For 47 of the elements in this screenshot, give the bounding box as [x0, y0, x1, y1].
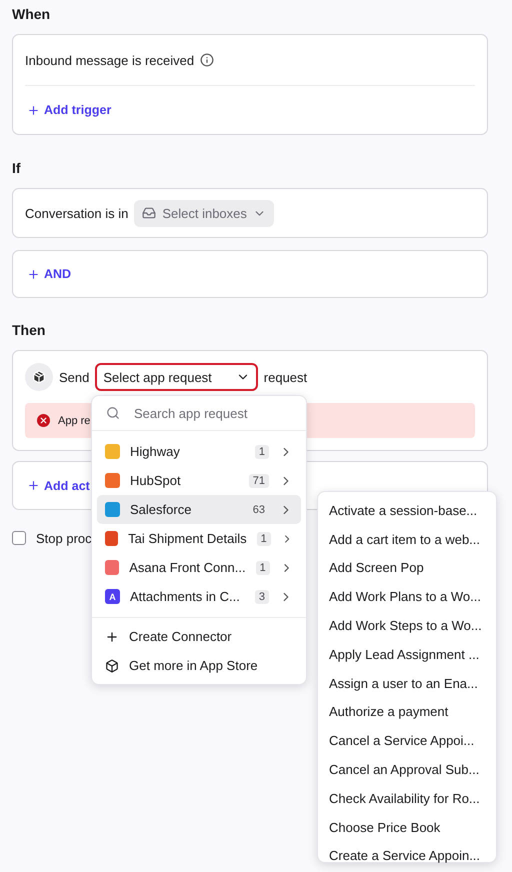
error-icon [37, 414, 50, 427]
footer-item[interactable]: Create Connector [97, 622, 301, 651]
request-item[interactable]: Cancel an Approval Sub... [318, 755, 496, 784]
request-item[interactable]: Create a Service Appoin... [318, 842, 496, 870]
request-label: request [264, 370, 308, 384]
section-heading: When [12, 5, 52, 24]
request-item[interactable]: Add Screen Pop [318, 554, 496, 582]
request-item[interactable]: Check Availability for Ro... [318, 784, 496, 813]
app-item[interactable]: A Attachments in C... 3 [97, 582, 301, 611]
request-item[interactable]: Activate a session-base... [318, 496, 496, 525]
inbox-select[interactable]: Select inboxes [134, 200, 274, 226]
footer-item[interactable]: Get more in App Store [97, 651, 301, 680]
request-item[interactable]: Apply Lead Assignment ... [318, 640, 496, 669]
search-icon [106, 406, 120, 420]
request-item[interactable]: Add a cart item to a web... [318, 524, 496, 554]
stop-checkbox[interactable] [12, 531, 26, 545]
section-heading: If [12, 159, 22, 178]
plus-icon [27, 479, 40, 492]
app-item[interactable]: Highway 1 [97, 437, 301, 466]
request-item[interactable]: Cancel a Service Appoi... [318, 726, 496, 756]
stop-label: Stop proc [36, 530, 92, 546]
plus-icon [105, 630, 119, 644]
request-item[interactable]: Add Work Plans to a Wo... [318, 582, 496, 612]
app-item[interactable]: Asana Front Conn... 1 [97, 553, 301, 582]
add-action-link[interactable]: Add act [25, 478, 92, 492]
request-item[interactable]: Choose Price Book [318, 812, 496, 842]
error-text: App re [58, 414, 90, 426]
cube-icon [105, 658, 119, 672]
inbox-icon [142, 206, 156, 220]
package-icon [25, 363, 53, 391]
request-item[interactable]: Assign a user to an Ena... [318, 668, 496, 698]
and-button[interactable]: AND [25, 267, 74, 281]
info-icon[interactable] [200, 53, 214, 67]
request-item[interactable]: Authorize a payment [318, 698, 496, 726]
app-item[interactable]: HubSpot 71 [97, 466, 301, 495]
send-label: Send [59, 370, 90, 384]
app-item[interactable]: Salesforce 63 [97, 495, 301, 524]
request-item[interactable]: Add Work Steps to a Wo... [318, 611, 496, 640]
condition-label: Conversation is in [25, 206, 128, 220]
add-trigger-link[interactable]: Add trigger [25, 103, 114, 117]
app-logo: A [105, 589, 120, 604]
plus-icon [27, 268, 40, 280]
plus-icon [27, 104, 40, 116]
app-request-select[interactable]: Select app request [95, 363, 258, 391]
app-item[interactable]: Tai Shipment Details 1 [97, 524, 301, 553]
section-heading: Then [12, 321, 46, 340]
trigger-label: Inbound message is received [25, 52, 194, 68]
